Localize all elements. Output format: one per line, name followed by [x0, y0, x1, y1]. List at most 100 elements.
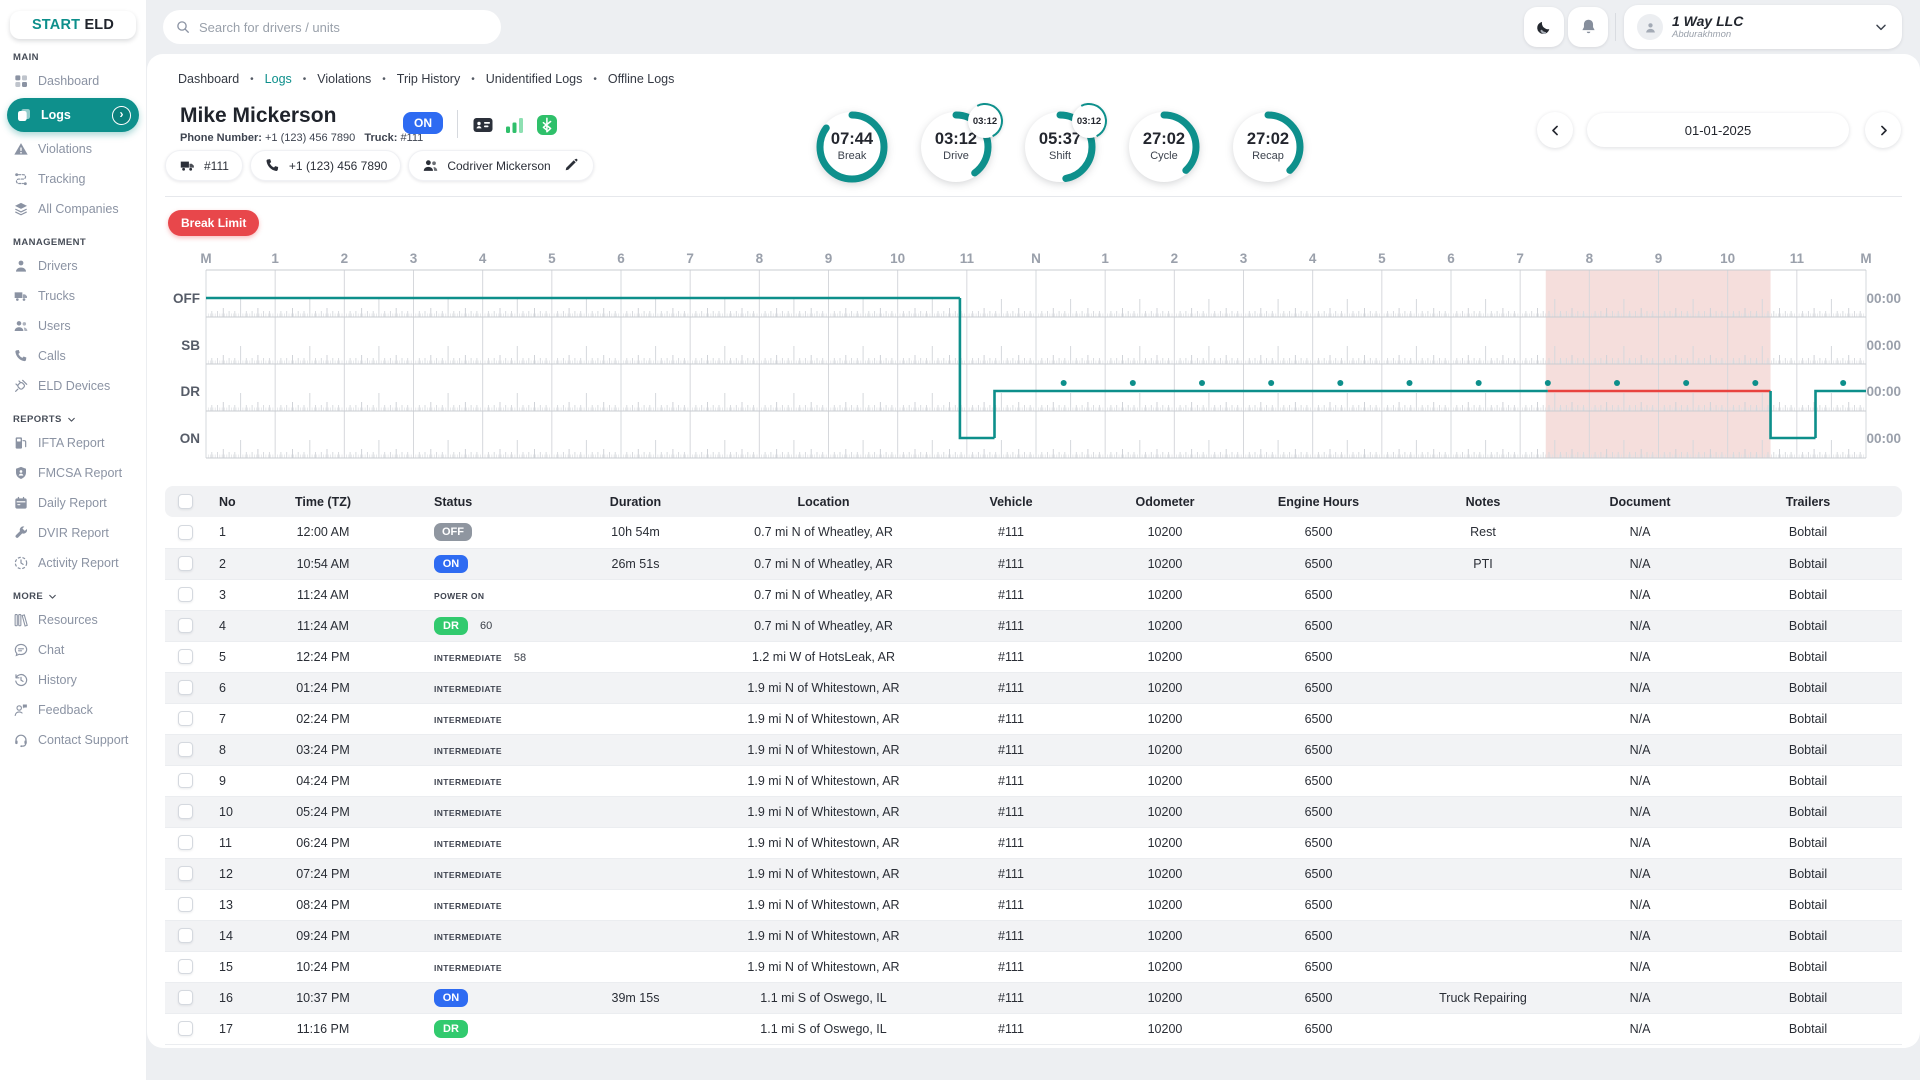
sidebar-item-chat[interactable]: Chat: [0, 635, 146, 665]
row-checkbox[interactable]: [178, 556, 193, 571]
intermediate-dot: [1130, 380, 1136, 386]
sidebar-section-more[interactable]: MORE: [13, 591, 146, 602]
next-day-button[interactable]: [1865, 112, 1901, 148]
driver-chip-codriver-mickerson[interactable]: Codriver Mickerson: [408, 150, 593, 181]
cell-status: POWER ON: [393, 579, 553, 610]
driver-chip-1-123-456-7890[interactable]: +1 (123) 456 7890: [250, 150, 401, 181]
row-checkbox[interactable]: [178, 618, 193, 633]
table-row[interactable]: 1610:37 PMON39m 15s1.1 mi S of Oswego, I…: [165, 982, 1902, 1013]
row-checkbox[interactable]: [178, 1021, 193, 1036]
table-row[interactable]: 411:24 AMDR600.7 mi N of Wheatley, AR#11…: [165, 610, 1902, 641]
edit-codriver-button[interactable]: [563, 156, 580, 176]
sidebar-section-reports[interactable]: REPORTS: [13, 414, 146, 425]
sidebar-item-ifta-report[interactable]: IFTA Report: [0, 428, 146, 458]
table-row[interactable]: 904:24 PMINTERMEDIATE1.9 mi N of Whitest…: [165, 765, 1902, 796]
hos-dial-shift: 05:37Shift03:12: [1021, 108, 1099, 186]
cell-trailers: Bobtail: [1714, 982, 1902, 1013]
date-picker[interactable]: 01-01-2025: [1587, 113, 1849, 147]
row-checkbox[interactable]: [178, 525, 193, 540]
row-checkbox[interactable]: [178, 804, 193, 819]
table-row[interactable]: 601:24 PMINTERMEDIATE1.9 mi N of Whitest…: [165, 672, 1902, 703]
chevron-right-icon: [1876, 123, 1891, 138]
table-row[interactable]: 1106:24 PMINTERMEDIATE1.9 mi N of Whites…: [165, 827, 1902, 858]
driver-chip-111[interactable]: #111: [165, 150, 243, 181]
cell-notes: [1400, 951, 1566, 982]
prev-day-button[interactable]: [1537, 112, 1573, 148]
row-checkbox[interactable]: [178, 742, 193, 757]
sidebar-item-tracking[interactable]: Tracking: [0, 164, 146, 194]
cell-no: 9: [205, 765, 253, 796]
cell-time: 10:37 PM: [253, 982, 393, 1013]
tab-unidentified-logs[interactable]: Unidentified Logs: [486, 72, 583, 86]
table-row[interactable]: 311:24 AMPOWER ON0.7 mi N of Wheatley, A…: [165, 579, 1902, 610]
cell-vehicle: #111: [929, 951, 1093, 982]
chevron-right-icon[interactable]: ›: [112, 106, 131, 125]
row-checkbox[interactable]: [178, 959, 193, 974]
tab-trip-history[interactable]: Trip History: [397, 72, 460, 86]
cell-no: 3: [205, 579, 253, 610]
cell-status: INTERMEDIATE58: [393, 641, 553, 672]
sidebar-item-calls[interactable]: Calls: [0, 341, 146, 371]
sidebar-item-resources[interactable]: Resources: [0, 605, 146, 635]
table-row[interactable]: 1510:24 PMINTERMEDIATE1.9 mi N of Whites…: [165, 951, 1902, 982]
sidebar-item-dvir-report[interactable]: DVIR Report: [0, 518, 146, 548]
select-all-checkbox[interactable]: [178, 494, 193, 509]
sidebar-item-all-companies[interactable]: All Companies: [0, 194, 146, 224]
status-text: INTERMEDIATE: [434, 901, 502, 911]
table-row[interactable]: 1711:16 PMDR1.1 mi S of Oswego, IL#11110…: [165, 1013, 1902, 1044]
table-row[interactable]: 1409:24 PMINTERMEDIATE1.9 mi N of Whites…: [165, 920, 1902, 951]
table-row[interactable]: 803:24 PMINTERMEDIATE1.9 mi N of Whitest…: [165, 734, 1902, 765]
sidebar-item-contact-support[interactable]: Contact Support: [0, 725, 146, 755]
sidebar-item-dashboard[interactable]: Dashboard: [0, 66, 146, 96]
sidebar-item-trucks[interactable]: Trucks: [0, 281, 146, 311]
cell-engine-hours: 6500: [1237, 889, 1400, 920]
sidebar-item-activity-report[interactable]: Activity Report: [0, 548, 146, 578]
table-row[interactable]: 702:24 PMINTERMEDIATE1.9 mi N of Whitest…: [165, 703, 1902, 734]
row-checkbox[interactable]: [178, 587, 193, 602]
row-checkbox[interactable]: [178, 990, 193, 1005]
cell-duration: [553, 579, 718, 610]
table-row[interactable]: 1308:24 PMINTERMEDIATE1.9 mi N of Whites…: [165, 889, 1902, 920]
sidebar-item-daily-report[interactable]: Daily Report: [0, 488, 146, 518]
row-checkbox[interactable]: [178, 866, 193, 881]
row-checkbox[interactable]: [178, 835, 193, 850]
table-row[interactable]: 1207:24 PMINTERMEDIATE1.9 mi N of Whites…: [165, 858, 1902, 889]
tab-offline-logs[interactable]: Offline Logs: [608, 72, 674, 86]
sidebar-item-eld-devices[interactable]: ELD Devices: [0, 371, 146, 401]
cell-status: DR60: [393, 610, 553, 641]
cell-vehicle: #111: [929, 517, 1093, 548]
tab-dashboard[interactable]: Dashboard: [178, 72, 239, 86]
sidebar-item-users[interactable]: Users: [0, 311, 146, 341]
table-row[interactable]: 210:54 AMON26m 51s0.7 mi N of Wheatley, …: [165, 548, 1902, 579]
sidebar-item-fmcsa-report[interactable]: FMCSA Report: [0, 458, 146, 488]
notifications-button[interactable]: [1568, 7, 1608, 47]
row-checkbox[interactable]: [178, 711, 193, 726]
cell-vehicle: #111: [929, 765, 1093, 796]
sidebar-item-feedback[interactable]: Feedback: [0, 695, 146, 725]
theme-toggle-button[interactable]: [1524, 7, 1564, 47]
row-checkbox[interactable]: [178, 897, 193, 912]
sidebar-item-history[interactable]: History: [0, 665, 146, 695]
search-input[interactable]: [199, 20, 489, 35]
row-checkbox[interactable]: [178, 773, 193, 788]
row-checkbox[interactable]: [178, 649, 193, 664]
cell-time: 11:16 PM: [253, 1013, 393, 1044]
table-row[interactable]: 512:24 PMINTERMEDIATE581.2 mi W of HotsL…: [165, 641, 1902, 672]
tab-logs[interactable]: Logs: [265, 72, 292, 86]
row-checkbox[interactable]: [178, 928, 193, 943]
company-selector[interactable]: 1 Way LLC Abdurakhmon: [1624, 5, 1902, 49]
col-header-document: Document: [1566, 486, 1714, 517]
row-label: SB: [181, 338, 200, 353]
sidebar-item-violations[interactable]: Violations: [0, 134, 146, 164]
sidebar-item-drivers[interactable]: Drivers: [0, 251, 146, 281]
cell-no: 11: [205, 827, 253, 858]
support-icon: [13, 732, 29, 748]
tab-violations[interactable]: Violations: [317, 72, 371, 86]
row-checkbox[interactable]: [178, 680, 193, 695]
speed-value: 58: [514, 652, 526, 664]
hour-label: 8: [756, 251, 764, 266]
brand-logo[interactable]: START ELD: [10, 11, 136, 39]
sidebar-item-logs[interactable]: Logs›: [7, 98, 139, 132]
table-row[interactable]: 1005:24 PMINTERMEDIATE1.9 mi N of Whites…: [165, 796, 1902, 827]
table-row[interactable]: 112:00 AMOFF10h 54m0.7 mi N of Wheatley,…: [165, 517, 1902, 548]
